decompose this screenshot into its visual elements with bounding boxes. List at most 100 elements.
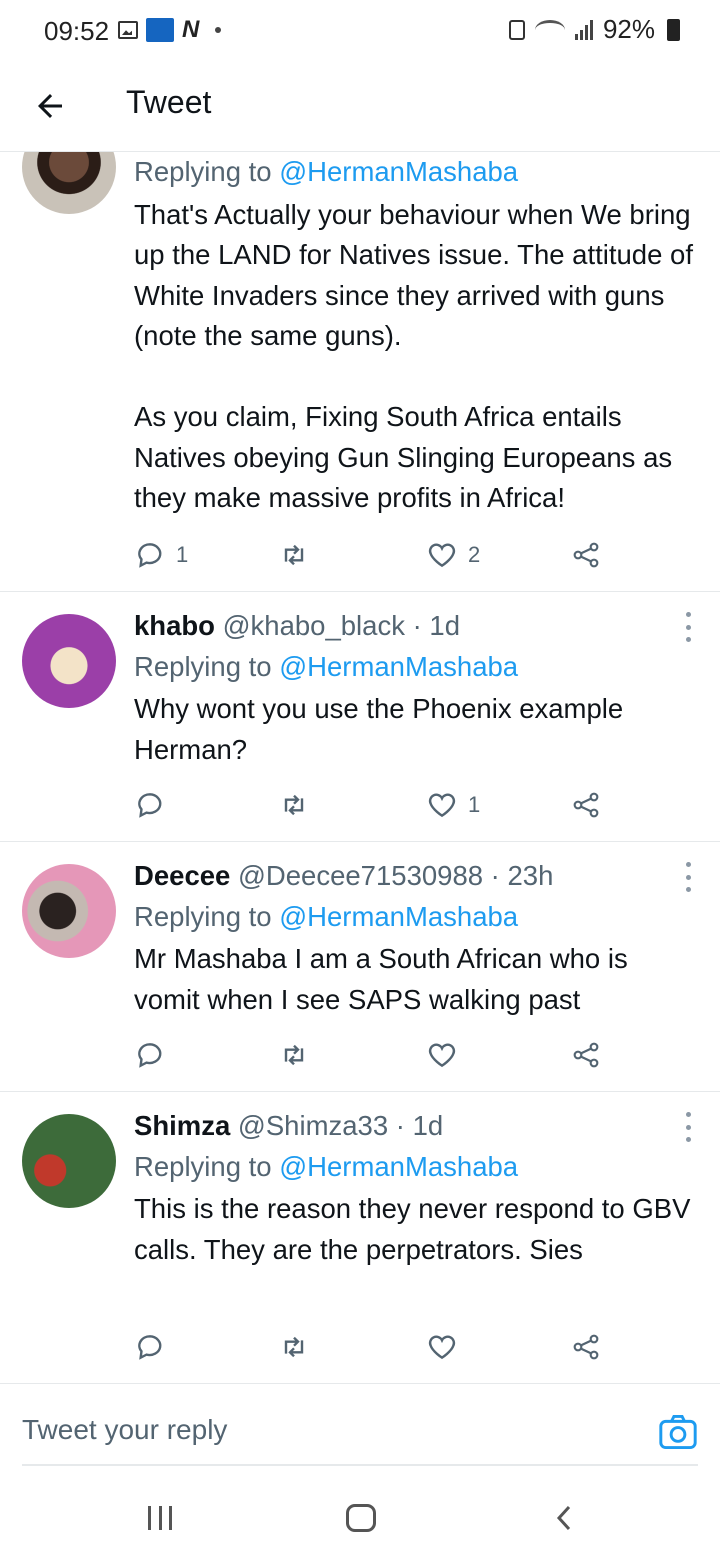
retweet-icon	[284, 1044, 304, 1066]
replying-prefix: Replying to	[134, 156, 280, 187]
status-bar: 09:52 N 92%	[0, 0, 720, 60]
dot-icon	[215, 27, 222, 33]
recents-icon[interactable]	[148, 1506, 172, 1530]
mention-link[interactable]: @HermanMashaba	[279, 901, 518, 932]
n-app-icon: N	[182, 16, 200, 43]
reply-button[interactable]	[134, 1038, 176, 1072]
timestamp: 1d	[412, 1110, 444, 1141]
avatar[interactable]	[22, 864, 116, 958]
news-app-icon	[146, 18, 174, 42]
replying-to: Replying to @HermanMashaba	[134, 897, 698, 938]
signal-icon	[574, 19, 593, 40]
tweet[interactable]: Deecee @Deecee71530988 · 23h Replying to…	[0, 842, 720, 1092]
tweet-meta: khabo @khabo_black · 1d	[134, 610, 461, 641]
more-options-icon[interactable]	[684, 612, 692, 642]
like-button[interactable]: 1	[426, 788, 480, 822]
app-header: Tweet	[0, 60, 720, 152]
like-button[interactable]	[426, 1038, 468, 1072]
system-nav-bar	[0, 1470, 720, 1560]
reply-button[interactable]	[134, 788, 176, 822]
more-options-icon[interactable]	[684, 1112, 692, 1142]
tweet-text: This is the reason they never respond to…	[134, 1193, 691, 1265]
timestamp: 23h	[507, 860, 554, 891]
replying-to: Replying to @HermanMashaba	[134, 152, 698, 193]
like-count: 1	[468, 792, 481, 817]
display-name[interactable]: khabo	[134, 610, 215, 641]
tweet-actions: 1 2	[134, 538, 614, 572]
reply-button[interactable]	[134, 1330, 176, 1364]
tweet[interactable]: Shimza @Shimza33 · 1d Replying to @Herma…	[0, 1092, 720, 1384]
avatar[interactable]	[22, 1114, 116, 1208]
retweet-icon	[284, 1336, 304, 1358]
avatar[interactable]	[22, 614, 116, 708]
tweet-content: khabo @khabo_black · 1d Replying to @Her…	[134, 606, 698, 770]
replying-to: Replying to @HermanMashaba	[134, 647, 698, 688]
share-icon	[573, 1334, 599, 1360]
home-icon[interactable]	[346, 1504, 376, 1532]
secure-folder-icon	[508, 19, 525, 40]
battery-icon	[667, 18, 680, 41]
share-button[interactable]	[570, 788, 602, 822]
tweet-content: Deecee @Deecee71530988 · 23h Replying to…	[134, 856, 698, 1020]
notification-icons: N	[118, 16, 222, 44]
tweet-meta: Shimza @Shimza33 · 1d	[134, 1110, 444, 1141]
reply-icon	[138, 543, 162, 568]
share-button[interactable]	[570, 1330, 602, 1364]
avatar[interactable]	[22, 152, 116, 214]
tweet-actions: 1	[134, 788, 614, 822]
mention-link[interactable]: @HermanMashaba	[279, 1151, 518, 1182]
reply-feed[interactable]: Replying to @HermanMashaba That's Actual…	[0, 152, 720, 1384]
nav-back-icon[interactable]	[552, 1504, 576, 1532]
back-arrow-icon[interactable]	[32, 88, 68, 124]
like-button[interactable]: 2	[426, 538, 480, 572]
camera-icon[interactable]	[658, 1414, 698, 1450]
replying-to: Replying to @HermanMashaba	[134, 1147, 698, 1188]
reply-icon	[138, 1043, 162, 1068]
handle[interactable]: @khabo_black	[223, 610, 405, 641]
battery-percent: 92%	[602, 14, 655, 44]
share-button[interactable]	[570, 538, 602, 572]
display-name[interactable]: Deecee	[134, 860, 230, 891]
reply-button[interactable]: 1	[134, 538, 188, 572]
handle[interactable]: @Deecee71530988	[238, 860, 483, 891]
tweet[interactable]: Replying to @HermanMashaba That's Actual…	[0, 152, 720, 592]
share-icon	[573, 792, 599, 818]
display-name[interactable]: Shimza	[134, 1110, 230, 1141]
more-options-icon[interactable]	[684, 862, 692, 892]
tweet-text: Mr Mashaba I am a South African who is v…	[134, 943, 628, 1015]
replying-prefix: Replying to	[134, 1150, 280, 1182]
retweet-icon	[284, 544, 304, 566]
retweet-button[interactable]	[278, 538, 320, 572]
reply-count: 1	[176, 542, 189, 567]
image-icon	[118, 21, 138, 39]
heart-icon	[428, 1043, 456, 1068]
tweet-actions	[134, 1038, 614, 1072]
tweet[interactable]: khabo @khabo_black · 1d Replying to @Her…	[0, 592, 720, 842]
retweet-icon	[284, 794, 304, 816]
retweet-button[interactable]	[278, 1038, 320, 1072]
heart-icon	[428, 1335, 456, 1360]
reply-icon	[138, 1335, 162, 1360]
wifi-icon	[534, 19, 565, 40]
handle[interactable]: @Shimza33	[238, 1110, 388, 1141]
retweet-button[interactable]	[278, 1330, 320, 1364]
tweet-meta: Deecee @Deecee71530988 · 23h	[134, 860, 554, 891]
reply-input[interactable]: Tweet your reply	[22, 1386, 698, 1466]
timestamp: 1d	[429, 610, 461, 641]
status-time: 09:52	[44, 16, 110, 46]
tweet-text: That's Actually your behaviour when We b…	[134, 198, 693, 514]
share-icon	[573, 1042, 599, 1068]
share-button[interactable]	[570, 1038, 602, 1072]
heart-icon	[428, 793, 456, 818]
system-icons: 92%	[508, 14, 680, 45]
tweet-text: Why wont you use the Phoenix example Her…	[134, 693, 624, 765]
tweet-content: Replying to @HermanMashaba That's Actual…	[134, 152, 698, 519]
like-count: 2	[468, 542, 481, 567]
mention-link[interactable]: @HermanMashaba	[279, 156, 518, 187]
tweet-actions	[134, 1330, 614, 1364]
share-icon	[573, 542, 599, 568]
retweet-button[interactable]	[278, 788, 320, 822]
reply-bar: Tweet your reply	[0, 1386, 720, 1468]
mention-link[interactable]: @HermanMashaba	[279, 651, 518, 682]
like-button[interactable]	[426, 1330, 468, 1364]
